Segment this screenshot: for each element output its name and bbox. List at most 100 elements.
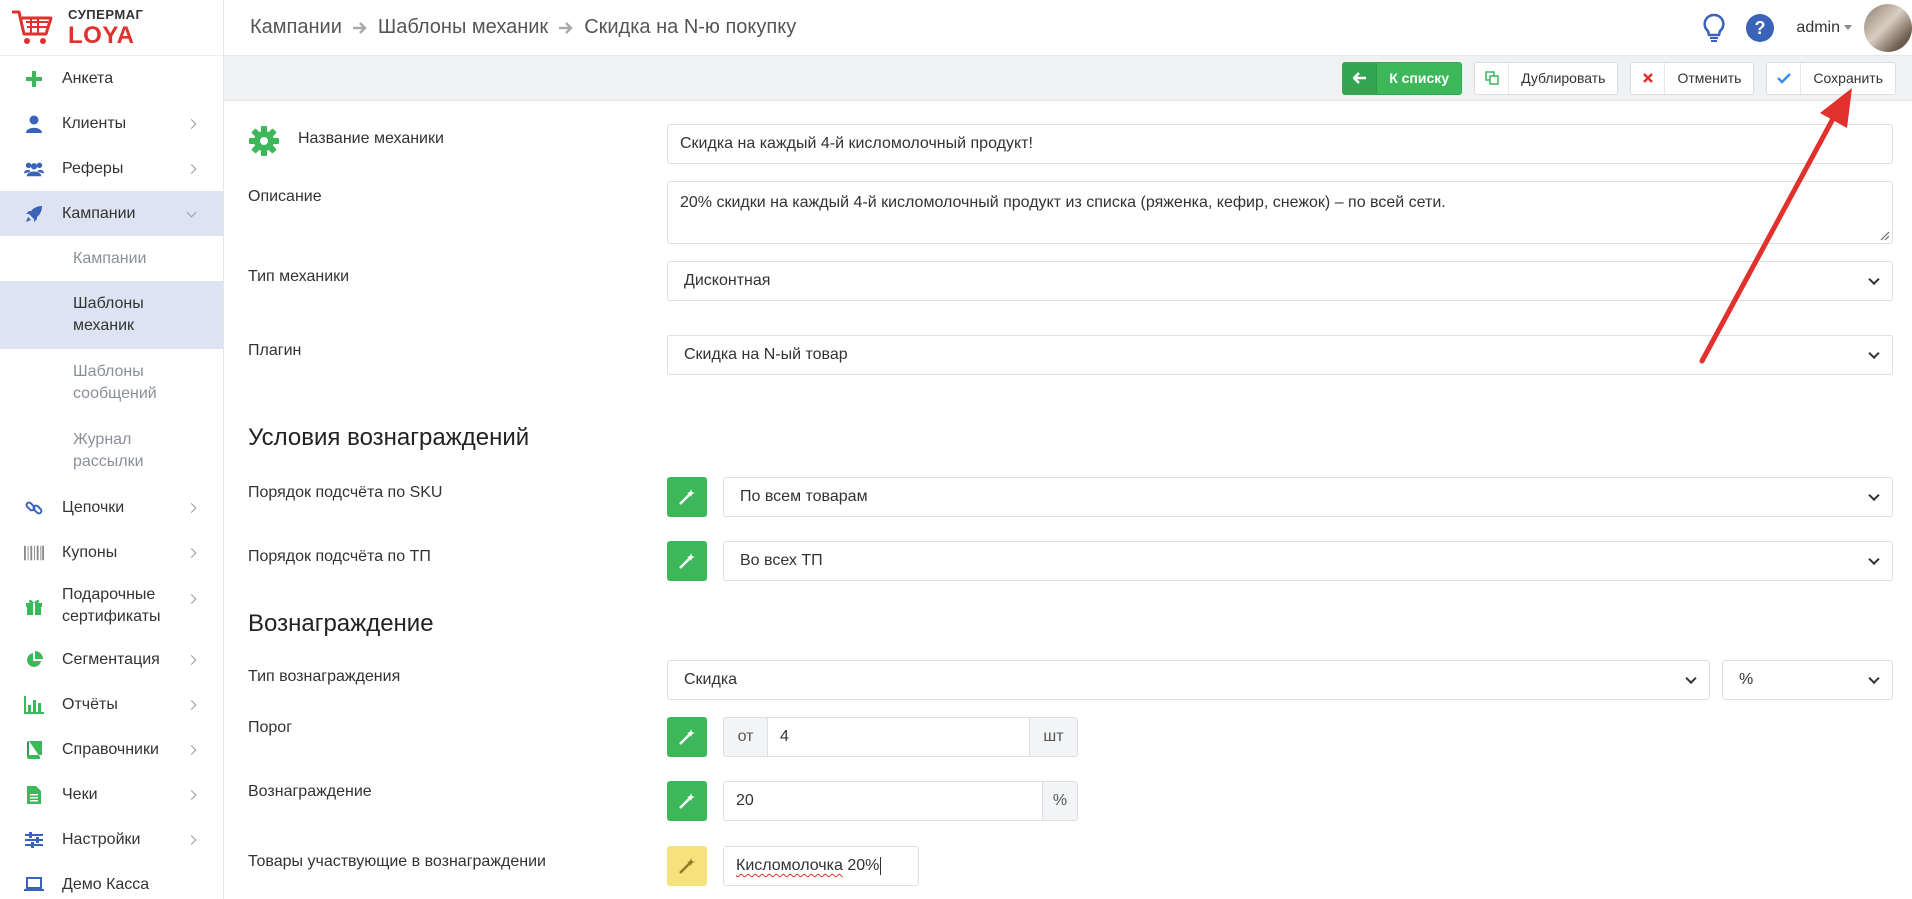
breadcrumb-item-current: Скидка на N-ю покупку: [584, 16, 797, 38]
mechanic-name-value: Скидка на каждый 4-й кисломолочный проду…: [680, 135, 1033, 152]
lightbulb-icon[interactable]: [1698, 12, 1730, 44]
sidebar-item-gift-certificates[interactable]: Подарочные сертификаты: [0, 575, 223, 637]
sidebar-subitem-message-templates[interactable]: Шаблоны сообщений: [0, 349, 223, 417]
gift-icon: [24, 596, 44, 616]
cancel-button[interactable]: Отменить: [1630, 61, 1755, 95]
goods-input[interactable]: Кисломолочка 20%: [723, 846, 919, 886]
cart-logo-icon: [12, 10, 53, 44]
threshold-prefix: от: [723, 717, 768, 757]
text-cursor: [880, 857, 882, 875]
sidebar-item-chains[interactable]: Цепочки: [0, 485, 223, 530]
user-icon: [24, 114, 44, 134]
sidebar-item-clients[interactable]: Клиенты: [0, 101, 223, 146]
threshold-prefix-text: от: [737, 728, 754, 745]
sidebar-item-label: Кампании: [62, 204, 136, 222]
duplicate-button[interactable]: Дублировать: [1474, 61, 1619, 95]
sidebar-item-reports[interactable]: Отчёты: [0, 682, 223, 727]
user-name: admin: [1796, 18, 1840, 36]
sidebar-item-label: Анкета: [62, 69, 114, 87]
goods-wand-button[interactable]: [667, 846, 707, 886]
avatar[interactable]: [1864, 3, 1912, 52]
reward-unit-value: %: [1739, 671, 1754, 688]
brand-logo[interactable]: СУПЕРМАГ LOYA: [0, 0, 223, 56]
sidebar-subitem-mechanic-templates[interactable]: Шаблоны механик: [0, 281, 223, 349]
plus-icon: [24, 69, 44, 89]
resize-handle-icon[interactable]: [1880, 231, 1890, 241]
sidebar-subitem-label: Журнал рассылки: [73, 431, 144, 470]
sidebar-item-settings[interactable]: Настройки: [0, 817, 223, 862]
receipt-icon: [24, 785, 44, 805]
laptop-icon: [24, 875, 44, 895]
sku-wand-button[interactable]: [667, 477, 707, 517]
chevron-down-icon: [1685, 672, 1697, 685]
reward-value-label: Вознаграждение: [248, 783, 372, 800]
tp-wand-button[interactable]: [667, 541, 707, 581]
tp-order-label: Порядок подсчёта по ТП: [248, 548, 431, 565]
sliders-icon: [24, 830, 44, 850]
mechanic-type-select[interactable]: Дисконтная: [667, 261, 1893, 301]
reward-type-select[interactable]: Скидка: [667, 660, 1710, 700]
sidebar-item-receipts[interactable]: Чеки: [0, 772, 223, 817]
back-to-list-label: К списку: [1389, 70, 1450, 86]
sidebar-item-demo-cashbox[interactable]: Демо Касса: [0, 862, 223, 899]
duplicate-label: Дублировать: [1521, 70, 1606, 86]
reward-suffix: %: [1042, 781, 1078, 821]
sku-order-select[interactable]: По всем товарам: [723, 477, 1893, 517]
plugin-label: Плагин: [248, 342, 302, 359]
goods-value-spelled: Кисломолочка: [736, 857, 843, 874]
sidebar-item-label: Отчёты: [62, 695, 118, 713]
sidebar-item-anketa[interactable]: Анкета: [0, 56, 223, 101]
sidebar-item-label: Цепочки: [62, 498, 125, 516]
description-value: 20% скидки на каждый 4-й кисломолочный п…: [680, 194, 1446, 211]
magic-wand-icon: [679, 793, 695, 809]
arrow-right-icon: [352, 21, 367, 34]
sku-order-label: Порядок подсчёта по SKU: [248, 484, 443, 501]
bar-chart-icon: [24, 695, 44, 715]
svg-text:?: ?: [1755, 18, 1766, 38]
sidebar-subitem-label: Кампании: [73, 249, 147, 267]
save-button[interactable]: Сохранить: [1766, 61, 1896, 95]
threshold-wand-button[interactable]: [667, 717, 707, 757]
threshold-input[interactable]: 4: [767, 717, 1030, 757]
conditions-section-title: Условия вознаграждений: [248, 424, 530, 451]
sidebar-item-label: Справочники: [62, 740, 159, 758]
sidebar-subitem-label: Шаблоны сообщений: [73, 363, 157, 402]
mechanic-form: Название механики Скидка на каждый 4-й к…: [224, 102, 1912, 899]
sidebar-item-label: Сегментация: [62, 650, 160, 668]
sidebar-item-directories[interactable]: Справочники: [0, 727, 223, 772]
back-to-list-button[interactable]: К списку: [1342, 61, 1463, 95]
threshold-value: 4: [780, 728, 789, 745]
arrow-left-icon: [1343, 62, 1378, 94]
sidebar-subitem-campaigns[interactable]: Кампании: [0, 236, 223, 281]
mechanic-name-input[interactable]: Скидка на каждый 4-й кисломолочный проду…: [667, 124, 1893, 164]
sidebar-item-coupons[interactable]: Купоны: [0, 530, 223, 575]
goods-value-rest: 20%: [842, 857, 880, 874]
reward-value-input[interactable]: 20: [723, 781, 1043, 821]
tp-order-select[interactable]: Во всех ТП: [723, 541, 1893, 581]
gear-icon: [248, 125, 280, 162]
reward-type-value: Скидка: [684, 671, 738, 688]
reward-wand-button[interactable]: [667, 781, 707, 821]
arrow-right-icon: [559, 21, 573, 34]
check-icon: [1767, 62, 1802, 94]
sidebar-item-campaigns[interactable]: Кампании: [0, 191, 223, 236]
sidebar-item-referers[interactable]: Реферы: [0, 146, 223, 191]
help-icon[interactable]: ?: [1744, 12, 1776, 44]
plugin-select[interactable]: Скидка на N-ый товар: [667, 335, 1893, 375]
description-textarea[interactable]: 20% скидки на каждый 4-й кисломолочный п…: [667, 181, 1893, 244]
sidebar-subitem-mailing-log[interactable]: Журнал рассылки: [0, 417, 223, 485]
breadcrumb-item-templates[interactable]: Шаблоны механик: [378, 16, 548, 39]
chevron-down-icon: [1868, 347, 1880, 360]
sidebar-item-label: Клиенты: [62, 114, 127, 132]
chevron-down-icon: [1868, 672, 1880, 685]
reward-unit-select[interactable]: %: [1722, 660, 1893, 700]
sidebar-item-label: Чеки: [62, 785, 98, 803]
save-label: Сохранить: [1813, 70, 1883, 86]
user-menu[interactable]: admin: [1796, 19, 1852, 37]
mechanic-type-label: Тип механики: [248, 268, 350, 285]
pie-icon: [24, 650, 44, 670]
sidebar-item-segmentation[interactable]: Сегментация: [0, 637, 223, 682]
breadcrumb-item-campaigns[interactable]: Кампании: [250, 16, 342, 39]
brand-bottom: LOYA: [68, 21, 135, 49]
rocket-icon: [24, 204, 44, 224]
